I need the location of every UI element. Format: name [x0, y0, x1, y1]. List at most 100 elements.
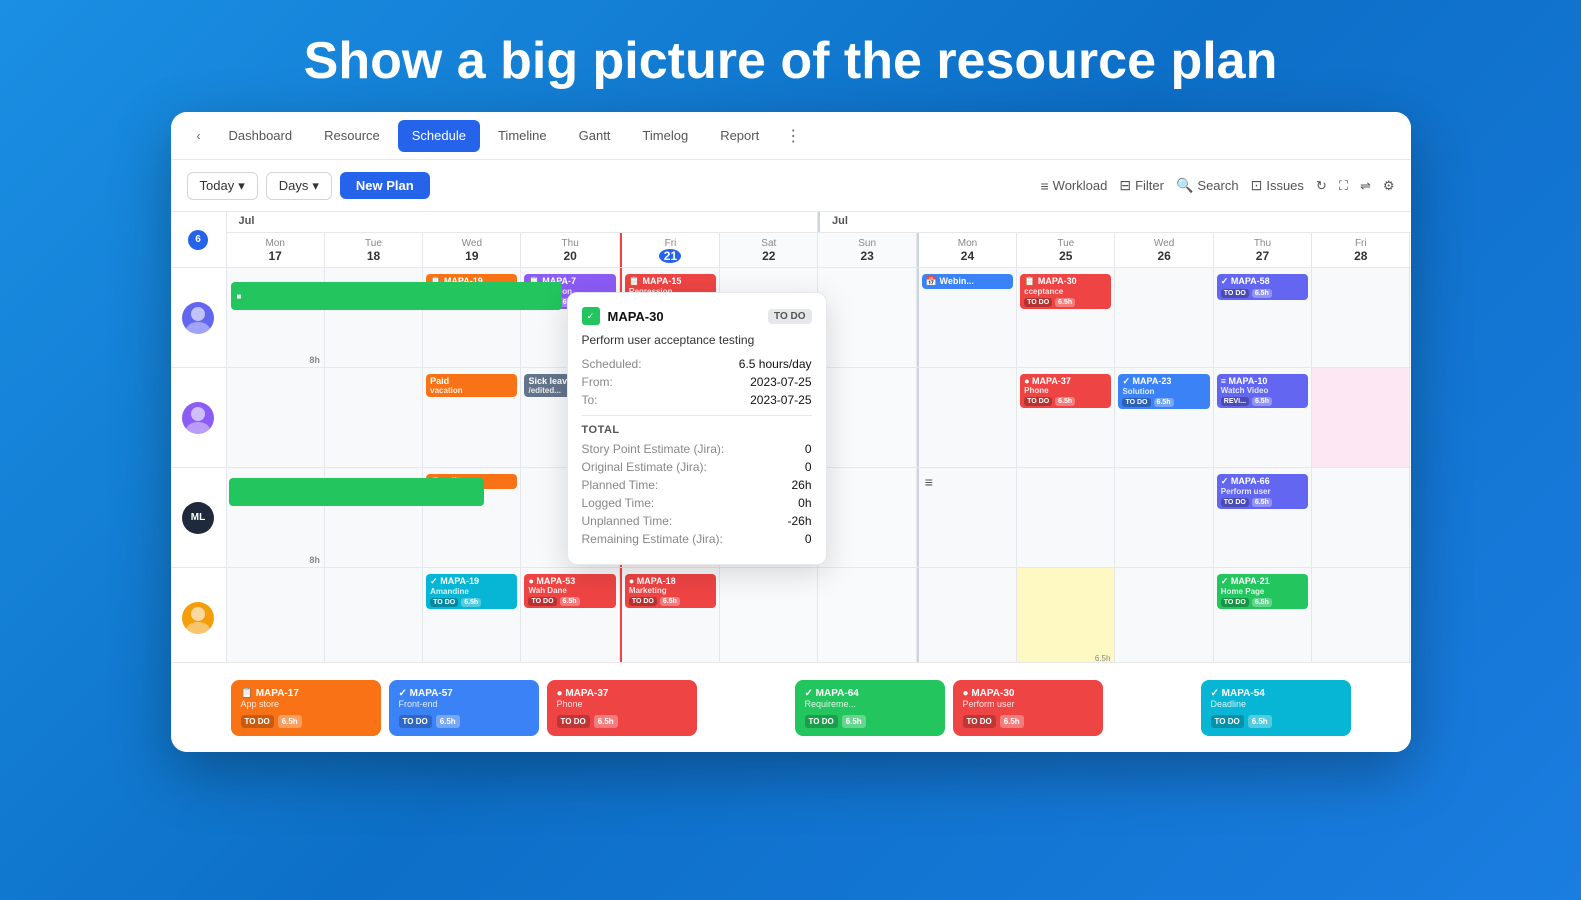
task-mapa23[interactable]: ✓ MAPA-23 Solution TO DO 6.5h — [1118, 374, 1209, 409]
bottom-cards: 📋 MAPA-17 App store TO DO 6.5h ✓ MAPA-57… — [171, 662, 1411, 752]
tab-report[interactable]: Report — [706, 120, 773, 152]
date-col-25[interactable]: Tue 25 — [1017, 233, 1115, 267]
calendar-grid: Jul Jul Mon 17 — [227, 212, 1411, 722]
new-plan-button[interactable]: New Plan — [340, 172, 430, 199]
nav-chevron[interactable]: ‹ — [187, 124, 211, 148]
date-col-23[interactable]: Sun 23 — [818, 233, 916, 267]
popup-original-value: 0 — [805, 460, 812, 474]
days-button[interactable]: Days ▾ — [266, 172, 332, 200]
task-mapa37[interactable]: ● MAPA-37 Phone TO DO 6.5h — [1020, 374, 1111, 408]
issues-icon: ⊡ — [1251, 177, 1263, 194]
cell-r3-23 — [818, 468, 916, 567]
tab-dashboard[interactable]: Dashboard — [215, 120, 307, 152]
cell-r1-28 — [1312, 268, 1410, 367]
tab-resource[interactable]: Resource — [310, 120, 394, 152]
settings-button[interactable]: ⚙ — [1383, 178, 1395, 194]
cell-r2-19: Paid vacation — [423, 368, 521, 467]
month-right: Jul — [820, 212, 1411, 232]
date-col-28[interactable]: Fri 28 — [1312, 233, 1410, 267]
task-long-ml[interactable] — [229, 478, 484, 506]
bottom-card-mapa37[interactable]: ● MAPA-37 Phone TO DO 6.5h — [547, 680, 697, 736]
tab-timeline[interactable]: Timeline — [484, 120, 561, 152]
task-mapa21[interactable]: ✓ MAPA-21 Home Page TO DO 6.5h — [1217, 574, 1308, 609]
hero-title: Show a big picture of the resource plan — [0, 0, 1581, 112]
popup-unplanned-label: Unplanned Time: — [582, 514, 673, 528]
cal-row-4: ✓ MAPA-19 Amandine TO DO 6.5h ● MAPA-53 … — [227, 568, 1411, 668]
popup-total-section: TOTAL — [582, 424, 812, 436]
date-col-18[interactable]: Tue 18 — [325, 233, 423, 267]
chevron-down-icon: ▾ — [238, 178, 245, 194]
bottom-card-mapa64[interactable]: ✓ MAPA-64 Requireme... TO DO 6.5h — [795, 680, 945, 736]
popup-scheduled-value: 6.5 hours/day — [739, 357, 812, 371]
refresh-button[interactable]: ↻ — [1316, 178, 1327, 194]
task-mapa10[interactable]: ≡ MAPA-10 Watch Video REVI... 6.5h — [1217, 374, 1308, 408]
cell-r2-23 — [818, 368, 916, 467]
tab-timelog[interactable]: Timelog — [628, 120, 702, 152]
date-col-21[interactable]: Fri 21 — [620, 233, 720, 267]
calendar-area: 6 ML — [171, 212, 1411, 722]
bottom-card-mapa17[interactable]: 📋 MAPA-17 App store TO DO 6.5h — [231, 680, 381, 736]
expand-button[interactable]: ⛶ — [1339, 178, 1348, 194]
tab-gantt[interactable]: Gantt — [565, 120, 625, 152]
task-mapa18[interactable]: ● MAPA-18 Marketing TO DO 6.5h — [625, 574, 716, 608]
layout-button[interactable]: ⇌ — [1360, 178, 1371, 194]
cell-r1-25: 📋 MAPA-30 cceptance TO DO 6.5h — [1017, 268, 1115, 367]
popup-logged-label: Logged Time: — [582, 496, 655, 510]
avatar — [182, 402, 214, 434]
cell-r4-25: 6.5h — [1017, 568, 1115, 667]
popup-original-label: Original Estimate (Jira): — [582, 460, 707, 474]
cell-r1-23 — [818, 268, 916, 367]
more-menu[interactable]: ⋮ — [777, 122, 809, 150]
cell-r3-17: 8h — [227, 468, 325, 567]
bottom-card-mapa57[interactable]: ✓ MAPA-57 Front-end TO DO 6.5h — [389, 680, 539, 736]
task-mapa53[interactable]: ● MAPA-53 Wah Dane TO DO 6.5h — [524, 574, 615, 608]
cell-r4-22 — [720, 568, 818, 667]
popup-task-icon: ✓ — [582, 307, 600, 325]
date-col-24[interactable]: Mon 24 — [919, 233, 1017, 267]
task-long-green[interactable]: ■ — [231, 282, 562, 310]
toolbar: Today ▾ Days ▾ New Plan ≡ Workload ⊟ Fil… — [171, 160, 1411, 212]
task-menu[interactable]: ≡ — [921, 470, 1014, 494]
task-mapa66[interactable]: ✓ MAPA-66 Perform user TO DO 6.5h — [1217, 474, 1308, 509]
task-mapa58[interactable]: ✓ MAPA-58 TO DO 6.5h — [1217, 274, 1308, 300]
avatar-ml: ML — [182, 502, 214, 534]
date-col-22[interactable]: Sat 22 — [720, 233, 818, 267]
issues-button[interactable]: ⊡ Issues — [1251, 177, 1304, 194]
popup-story-label: Story Point Estimate (Jira): — [582, 442, 725, 456]
cell-r4-26 — [1115, 568, 1213, 667]
search-button[interactable]: 🔍 Search — [1176, 177, 1239, 194]
refresh-icon: ↻ — [1316, 178, 1327, 194]
expand-icon: ⛶ — [1339, 178, 1348, 194]
cell-r2-17 — [227, 368, 325, 467]
task-mapa30[interactable]: 📋 MAPA-30 cceptance TO DO 6.5h — [1020, 274, 1111, 309]
cell-r3-25 — [1017, 468, 1115, 567]
task-paid-vacation[interactable]: Paid vacation — [426, 374, 517, 397]
cell-r4-21: ● MAPA-18 Marketing TO DO 6.5h — [620, 568, 720, 667]
date-header: Jul Jul Mon 17 — [227, 212, 1411, 268]
avatar-cell-1 — [171, 268, 226, 368]
hero-section: Show a big picture of the resource plan — [0, 0, 1581, 112]
bottom-card-mapa54[interactable]: ✓ MAPA-54 Deadline TO DO 6.5h — [1201, 680, 1351, 736]
workload-button[interactable]: ≡ Workload — [1040, 178, 1107, 194]
app-window: ‹ Dashboard Resource Schedule Timeline G… — [171, 112, 1411, 752]
bottom-card-mapa30[interactable]: ● MAPA-30 Perform user TO DO 6.5h — [953, 680, 1103, 736]
date-col-17[interactable]: Mon 17 — [227, 233, 325, 267]
cell-r2-24 — [919, 368, 1017, 467]
filter-button[interactable]: ⊟ Filter — [1119, 177, 1164, 194]
date-col-27[interactable]: Thu 27 — [1214, 233, 1312, 267]
date-col-19[interactable]: Wed 19 — [423, 233, 521, 267]
task-mapa19b[interactable]: ✓ MAPA-19 Amandine TO DO 6.5h — [426, 574, 517, 609]
task-webin[interactable]: 📅 Webin... — [922, 274, 1013, 289]
cell-r4-28 — [1312, 568, 1410, 667]
cell-r4-27: ✓ MAPA-21 Home Page TO DO 6.5h — [1214, 568, 1312, 667]
filter-icon: ⊟ — [1119, 177, 1131, 194]
tab-schedule[interactable]: Schedule — [398, 120, 480, 152]
date-col-26[interactable]: Wed 26 — [1115, 233, 1213, 267]
cell-r4-18 — [325, 568, 423, 667]
popup-description: Perform user acceptance testing — [582, 333, 812, 347]
cell-r2-18 — [325, 368, 423, 467]
date-col-20[interactable]: Thu 20 — [521, 233, 619, 267]
cell-r3-24: ≡ — [919, 468, 1017, 567]
today-button[interactable]: Today ▾ — [187, 172, 258, 200]
avatar-cell-3: ML — [171, 468, 226, 568]
